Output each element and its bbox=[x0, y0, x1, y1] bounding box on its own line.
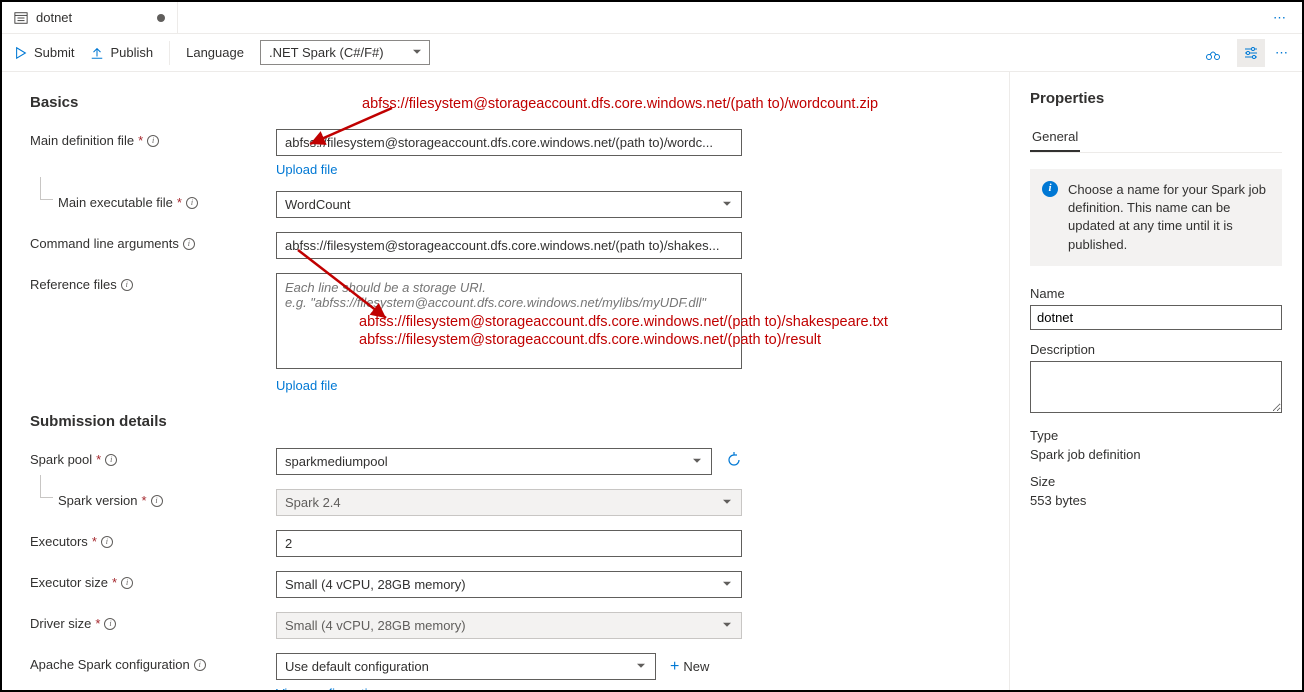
tab-title: dotnet bbox=[36, 10, 72, 25]
sliders-icon bbox=[1243, 45, 1259, 61]
info-banner: i Choose a name for your Spark job defin… bbox=[1030, 169, 1282, 266]
spark-config-select[interactable]: Use default configuration bbox=[276, 653, 656, 680]
spark-version-select: Spark 2.4 bbox=[276, 489, 742, 516]
info-icon[interactable]: i bbox=[105, 454, 117, 466]
main-definition-file-label: Main definition file * i bbox=[30, 129, 276, 148]
toolbar-divider bbox=[169, 41, 170, 65]
submission-heading: Submission details bbox=[30, 413, 981, 430]
upload-file-link[interactable]: Upload file bbox=[276, 162, 337, 177]
properties-heading: Properties bbox=[1030, 90, 1282, 107]
connections-icon bbox=[1205, 45, 1221, 61]
language-label: Language bbox=[186, 45, 244, 60]
view-configurations-link[interactable]: View configurations bbox=[276, 686, 389, 690]
info-icon[interactable]: i bbox=[121, 577, 133, 589]
size-value: 553 bytes bbox=[1030, 493, 1282, 508]
unsaved-indicator-icon bbox=[157, 14, 165, 22]
info-icon[interactable]: i bbox=[147, 135, 159, 147]
main-definition-file-input[interactable] bbox=[276, 129, 742, 156]
refresh-button[interactable] bbox=[726, 452, 742, 471]
name-label: Name bbox=[1030, 286, 1282, 301]
description-label: Description bbox=[1030, 342, 1282, 357]
type-label: Type bbox=[1030, 428, 1282, 443]
toolbar-more-icon[interactable]: ⋯ bbox=[1275, 45, 1290, 61]
executor-size-select[interactable]: Small (4 vCPU, 28GB memory) bbox=[276, 571, 742, 598]
name-input[interactable] bbox=[1030, 305, 1282, 330]
spark-pool-select[interactable]: sparkmediumpool bbox=[276, 448, 712, 475]
reference-files-textarea[interactable] bbox=[276, 273, 742, 369]
main-executable-file-label: Main executable file * i bbox=[30, 191, 276, 210]
type-value: Spark job definition bbox=[1030, 447, 1282, 462]
toolbar: Submit Publish Language .NET Spark (C#/F… bbox=[2, 34, 1302, 72]
main-executable-file-select[interactable]: WordCount bbox=[276, 191, 742, 218]
reference-files-label: Reference files i bbox=[30, 273, 276, 292]
spark-pool-label: Spark pool * i bbox=[30, 448, 276, 467]
properties-panel: Properties General i Choose a name for y… bbox=[1010, 72, 1302, 690]
language-select[interactable]: .NET Spark (C#/F#) bbox=[260, 40, 430, 65]
tab-general[interactable]: General bbox=[1030, 123, 1080, 152]
info-icon[interactable]: i bbox=[151, 495, 163, 507]
properties-tabs: General bbox=[1030, 123, 1282, 153]
info-icon[interactable]: i bbox=[121, 279, 133, 291]
info-icon[interactable]: i bbox=[186, 197, 198, 209]
executors-input[interactable] bbox=[276, 530, 742, 557]
driver-size-label: Driver size * i bbox=[30, 612, 276, 631]
publish-icon bbox=[90, 46, 104, 60]
main-panel: Basics Main definition file * i Upload f… bbox=[2, 72, 1010, 690]
title-bar: dotnet ⋯ bbox=[2, 2, 1302, 34]
info-icon[interactable]: i bbox=[101, 536, 113, 548]
new-config-button[interactable]: + New bbox=[670, 658, 709, 676]
tab-more-icon[interactable]: ⋯ bbox=[1273, 10, 1302, 26]
info-icon[interactable]: i bbox=[194, 659, 206, 671]
play-icon bbox=[14, 46, 28, 60]
command-line-arguments-input[interactable] bbox=[276, 232, 742, 259]
refresh-icon bbox=[726, 452, 742, 468]
basics-heading: Basics bbox=[30, 94, 981, 111]
publish-button[interactable]: Publish bbox=[90, 45, 153, 60]
command-line-arguments-label: Command line arguments i bbox=[30, 232, 276, 251]
document-tab[interactable]: dotnet bbox=[2, 2, 178, 33]
connections-button[interactable] bbox=[1199, 39, 1227, 67]
spark-version-label: Spark version * i bbox=[30, 489, 276, 508]
upload-file-link-2[interactable]: Upload file bbox=[276, 378, 337, 393]
properties-toggle-button[interactable] bbox=[1237, 39, 1265, 67]
info-icon[interactable]: i bbox=[104, 618, 116, 630]
executor-size-label: Executor size * i bbox=[30, 571, 276, 590]
description-textarea[interactable] bbox=[1030, 361, 1282, 413]
executors-label: Executors * i bbox=[30, 530, 276, 549]
submit-button[interactable]: Submit bbox=[14, 45, 74, 60]
size-label: Size bbox=[1030, 474, 1282, 489]
document-icon bbox=[14, 11, 28, 25]
driver-size-select: Small (4 vCPU, 28GB memory) bbox=[276, 612, 742, 639]
info-icon[interactable]: i bbox=[183, 238, 195, 250]
spark-config-label: Apache Spark configuration i bbox=[30, 653, 276, 672]
info-icon: i bbox=[1042, 181, 1058, 197]
